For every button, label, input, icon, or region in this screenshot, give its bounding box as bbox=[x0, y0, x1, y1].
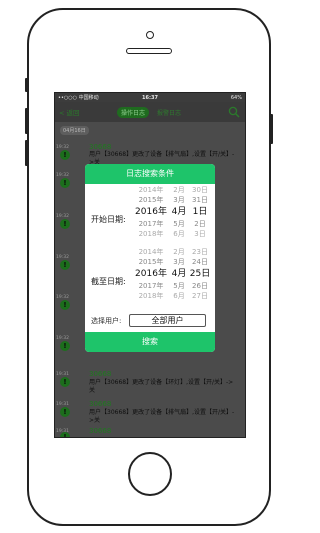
volume-down-button bbox=[25, 140, 28, 166]
alert-icon: ! bbox=[60, 219, 70, 229]
speaker bbox=[126, 48, 172, 54]
row-user: 30668 bbox=[89, 143, 112, 151]
camera bbox=[146, 31, 154, 39]
search-icon[interactable] bbox=[228, 106, 240, 118]
user-select-row: 选择用户: 全部用户 bbox=[85, 314, 215, 328]
volume-up-button bbox=[25, 108, 28, 134]
user-select-button[interactable]: 全部用户 bbox=[129, 314, 206, 327]
end-date-label: 截至日期: bbox=[91, 277, 126, 286]
alert-icon: ! bbox=[60, 178, 70, 188]
date-chip: 04月16日 bbox=[60, 126, 89, 135]
back-button[interactable]: < 返回 bbox=[59, 107, 80, 117]
month-column[interactable]: 2月 3月 4月 5月 6月 bbox=[169, 186, 189, 239]
row-message: 用户【30668】更改了设备【环灯】,设置【开/关】->关 bbox=[89, 379, 234, 394]
day-column[interactable]: 23日 24日 25日 26日 27日 bbox=[189, 248, 211, 301]
status-bar: ••○○○ 中国移动 16:37 64% bbox=[55, 93, 245, 102]
alert-icon: ! bbox=[60, 377, 70, 387]
start-date-picker[interactable]: 开始日期: 2014年 2015年 2016年 2017年 2018年 2月 3… bbox=[85, 184, 215, 254]
end-date-picker[interactable]: 截至日期: 2014年 2015年 2016年 2017年 2018年 2月 3… bbox=[85, 246, 215, 316]
alert-icon: ! bbox=[60, 432, 70, 437]
alert-icon: ! bbox=[60, 150, 70, 160]
clock: 16:37 bbox=[142, 94, 158, 101]
month-column[interactable]: 2月 3月 4月 5月 6月 bbox=[169, 248, 189, 301]
row-user: 30668 bbox=[89, 427, 112, 435]
nav-bar: < 返回 操作日志 报警日志 bbox=[55, 102, 245, 122]
alert-icon: ! bbox=[60, 341, 70, 351]
row-user: 30668 bbox=[89, 370, 112, 378]
row-user: 30668 bbox=[89, 400, 112, 408]
home-button[interactable] bbox=[128, 452, 172, 496]
day-column[interactable]: 30日 31日 1日 2日 3日 bbox=[189, 186, 211, 239]
alert-icon: ! bbox=[60, 407, 70, 417]
start-date-label: 开始日期: bbox=[91, 215, 126, 224]
search-dialog: 日志搜索条件 开始日期: 2014年 2015年 2016年 2017年 201… bbox=[85, 164, 215, 352]
search-button[interactable]: 搜索 bbox=[85, 332, 215, 352]
power-button bbox=[270, 114, 273, 144]
row-message: 用户【30668】更改了设备【排气扇】,设置【开/关】->关 bbox=[89, 409, 235, 424]
mute-switch bbox=[25, 78, 28, 92]
tab-operation-log[interactable]: 操作日志 bbox=[117, 107, 150, 118]
alert-icon: ! bbox=[60, 300, 70, 310]
dialog-title: 日志搜索条件 bbox=[85, 164, 215, 184]
tab-alarm-log[interactable]: 报警日志 bbox=[153, 107, 185, 118]
year-column[interactable]: 2014年 2015年 2016年 2017年 2018年 bbox=[133, 186, 169, 239]
alert-icon: ! bbox=[60, 260, 70, 270]
tab-bar: 操作日志 报警日志 bbox=[117, 107, 185, 118]
year-column[interactable]: 2014年 2015年 2016年 2017年 2018年 bbox=[133, 248, 169, 301]
user-select-label: 选择用户: bbox=[91, 317, 122, 325]
